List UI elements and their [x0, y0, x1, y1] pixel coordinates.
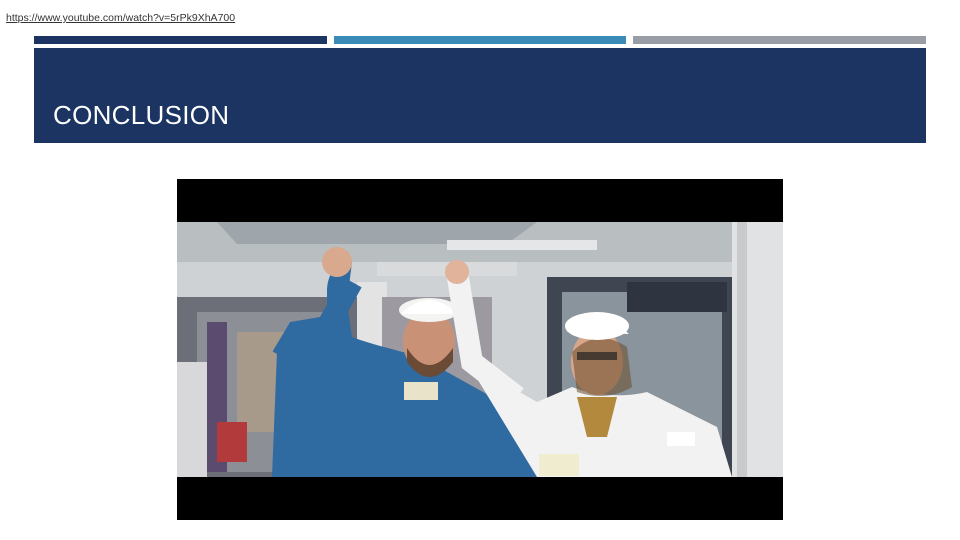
slide: https://www.youtube.com/watch?v=5rPk9XhA…: [0, 0, 960, 540]
slide-title: CONCLUSION: [53, 100, 230, 130]
accent-bar-gray: [633, 36, 926, 44]
video-still-image: [177, 222, 783, 477]
accent-bar-light-blue: [334, 36, 626, 44]
accent-bar-dark-blue: [34, 36, 327, 44]
source-url-link[interactable]: https://www.youtube.com/watch?v=5rPk9XhA…: [6, 12, 235, 24]
embedded-video[interactable]: [177, 179, 783, 520]
title-band: CONCLUSION: [34, 48, 926, 143]
